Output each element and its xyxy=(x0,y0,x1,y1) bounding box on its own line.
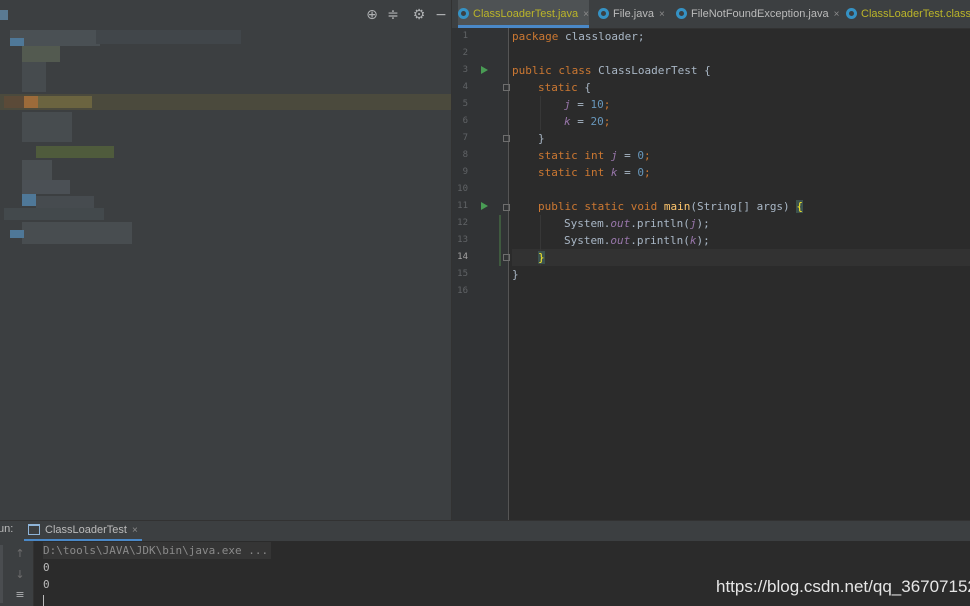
fold-icon[interactable] xyxy=(503,135,510,142)
close-icon[interactable]: × xyxy=(659,9,665,20)
tree-row[interactable] xyxy=(96,30,241,44)
line-number: 15 xyxy=(457,269,468,279)
toolbar-edge xyxy=(0,545,3,603)
folder-icon xyxy=(10,38,24,46)
tree-row[interactable] xyxy=(22,160,52,180)
soft-wrap-icon[interactable]: ≡ xyxy=(13,588,27,602)
tree-row[interactable] xyxy=(38,96,92,108)
code-line-11: public static void main(String[] args) { xyxy=(538,200,803,213)
run-panel-label: un: xyxy=(0,523,14,535)
run-tab-classloadertest[interactable]: ClassLoaderTest × xyxy=(24,521,142,542)
fold-icon[interactable] xyxy=(503,84,510,91)
project-view-icon[interactable] xyxy=(0,10,8,20)
project-toolbar: ⊕ ≑ ⚙ − xyxy=(0,0,451,32)
console-command-line: D:\tools\JAVA\JDK\bin\java.exe ... xyxy=(43,542,272,559)
watermark: https://blog.csdn.net/qq_36707152 xyxy=(716,577,970,596)
run-class-icon[interactable] xyxy=(481,66,488,74)
line-number: 3 xyxy=(462,65,468,75)
line-number: 1 xyxy=(462,31,468,41)
fold-icon[interactable] xyxy=(503,204,510,211)
line-number: 11 xyxy=(457,201,468,211)
code-line-4: static { xyxy=(538,81,591,94)
folder-icon xyxy=(22,194,36,206)
code-line-6: k = 20; xyxy=(564,115,611,128)
line-number: 5 xyxy=(462,99,468,109)
file-icon xyxy=(24,96,38,108)
console-output-line: 0 xyxy=(43,561,50,574)
minimize-icon[interactable]: − xyxy=(433,7,449,23)
code-line-14: } xyxy=(538,249,545,266)
java-class-icon xyxy=(458,7,469,19)
project-panel: ⊕ ≑ ⚙ − xyxy=(0,0,451,520)
scroll-down-icon[interactable]: ↓ xyxy=(13,568,27,582)
tree-row[interactable] xyxy=(22,222,132,244)
code-line-12: System.out.println(j); xyxy=(564,217,710,230)
tree-row[interactable] xyxy=(22,112,72,142)
close-icon[interactable]: × xyxy=(583,9,589,20)
line-number: 13 xyxy=(457,235,468,245)
scroll-up-icon[interactable]: ↑ xyxy=(13,547,27,561)
tree-row[interactable] xyxy=(22,180,70,194)
tree-row[interactable] xyxy=(22,62,46,92)
java-exception-icon xyxy=(676,7,687,19)
change-marker xyxy=(499,215,501,266)
tab-file-java[interactable]: File.java × xyxy=(598,0,665,28)
matched-brace: { xyxy=(796,200,803,213)
editor-gutter: 1 2 3 4 5 6 7 8 9 10 11 12 13 14 15 16 xyxy=(452,28,510,520)
java-class-icon xyxy=(598,7,609,19)
line-number: 9 xyxy=(462,167,468,177)
collapse-icon[interactable]: ≑ xyxy=(385,7,401,23)
code-line-13: System.out.println(k); xyxy=(564,234,710,247)
editor-tab-bar: ClassLoaderTest.java × File.java × FileNot… xyxy=(452,0,970,29)
close-icon[interactable]: × xyxy=(834,9,840,20)
code-line-7: } xyxy=(538,132,545,145)
run-main-icon[interactable] xyxy=(481,202,488,210)
line-number: 10 xyxy=(457,184,468,194)
fold-icon[interactable] xyxy=(503,254,510,261)
tab-classloadertest-class[interactable]: ClassLoaderTest.class xyxy=(846,0,970,28)
indent-guide xyxy=(540,96,541,130)
code-line-1: package classloader; xyxy=(512,30,645,43)
java-class-icon xyxy=(846,7,857,19)
run-panel-header: un: ClassLoaderTest × xyxy=(0,520,970,542)
close-icon[interactable]: × xyxy=(132,525,138,536)
gear-icon[interactable]: ⚙ xyxy=(411,7,427,23)
tree-row[interactable] xyxy=(22,46,60,62)
line-number-current: 14 xyxy=(457,252,468,262)
code-line-8: static int j = 0; xyxy=(538,149,651,162)
line-number: 7 xyxy=(462,133,468,143)
code-line-15: } xyxy=(512,268,519,281)
run-toolbar: ↑ ↓ ≡ xyxy=(0,541,34,606)
console-caret xyxy=(43,595,44,606)
line-number: 4 xyxy=(462,82,468,92)
line-number: 2 xyxy=(462,48,468,58)
line-number: 16 xyxy=(457,286,468,296)
folder-icon xyxy=(10,230,24,238)
current-line-highlight xyxy=(512,249,970,266)
tab-classloadertest-java[interactable]: ClassLoaderTest.java × xyxy=(458,0,590,28)
code-line-5: j = 10; xyxy=(564,98,611,111)
code-line-3: public class ClassLoaderTest { xyxy=(512,64,711,77)
line-number: 6 xyxy=(462,116,468,126)
target-icon[interactable]: ⊕ xyxy=(364,7,380,23)
console-output-line: 0 xyxy=(43,578,50,591)
tree-row[interactable] xyxy=(4,208,104,220)
code-line-9: static int k = 0; xyxy=(538,166,651,179)
line-number: 12 xyxy=(457,218,468,228)
line-number: 8 xyxy=(462,150,468,160)
code-area[interactable]: package classloader; public class ClassL… xyxy=(512,28,970,520)
tab-filenotfoundexception-java[interactable]: FileNotFoundException.java × xyxy=(676,0,839,28)
tree-row[interactable] xyxy=(36,146,114,158)
code-editor[interactable]: ClassLoaderTest.java × File.java × FileNot… xyxy=(452,0,970,520)
console-icon xyxy=(28,523,40,535)
matched-brace: } xyxy=(538,251,545,264)
